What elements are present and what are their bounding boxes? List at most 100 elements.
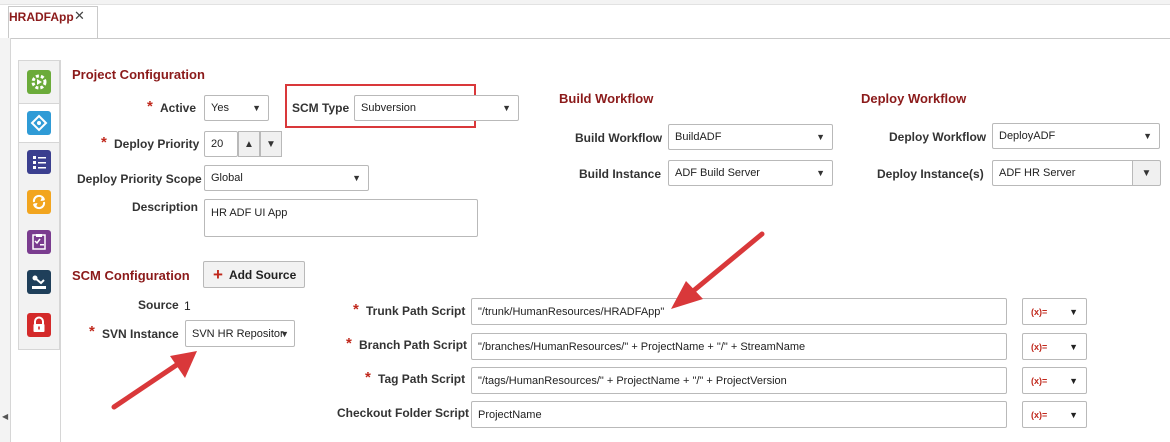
required-marker: * <box>147 98 153 115</box>
toolbar-button-checklist[interactable] <box>19 223 59 261</box>
deploy-instances-dropdown-button[interactable]: ▼ <box>1132 160 1161 186</box>
checkout-folder-script-input[interactable]: ProjectName <box>471 401 1007 428</box>
checkout-folder-script-label: Checkout Folder Script <box>337 406 470 420</box>
add-source-button[interactable]: + Add Source <box>203 261 305 288</box>
deploy-instances-label: Deploy Instance(s) <box>877 167 984 181</box>
decrement-button[interactable]: ▼ <box>260 131 282 157</box>
robot-arm-icon <box>27 270 51 294</box>
required-marker: * <box>346 335 352 352</box>
svn-instance-label: SVN Instance <box>102 327 179 341</box>
tab-bar <box>0 0 1170 39</box>
required-marker: * <box>353 301 359 318</box>
branch-path-script-label: Branch Path Script <box>359 338 468 352</box>
build-instance-value: ADF Build Server <box>675 167 760 179</box>
deploy-workflow-select[interactable]: DeployADF ▼ <box>992 123 1160 149</box>
deploy-workflow-label: Deploy Workflow <box>889 130 987 144</box>
chevron-up-icon: ▲ <box>244 138 254 150</box>
active-label: Active <box>160 101 197 115</box>
deploy-priority-label: Deploy Priority <box>114 137 200 151</box>
description-textarea[interactable]: HR ADF UI App <box>204 199 478 237</box>
toolbar-button-list[interactable] <box>19 143 59 181</box>
branch-expression-button[interactable]: (x)= ▼ <box>1022 333 1087 360</box>
active-value: Yes <box>211 102 229 114</box>
svn-instance-select[interactable]: SVN HR Repositor ▼ <box>185 320 295 347</box>
build-instance-select[interactable]: ADF Build Server ▼ <box>668 160 833 186</box>
trunk-path-script-value: "/trunk/HumanResources/HRADFApp" <box>478 305 665 318</box>
deploy-priority-scope-label: Deploy Priority Scope <box>77 172 202 186</box>
expression-icon: (x)= <box>1031 341 1048 352</box>
list-icon <box>27 150 51 174</box>
build-instance-label: Build Instance <box>579 167 662 181</box>
deploy-instances-value: ADF HR Server <box>999 167 1076 179</box>
tag-path-script-input[interactable]: "/tags/HumanResources/" + ProjectName + … <box>471 367 1007 394</box>
dropdown-arrow-icon: ▼ <box>1069 375 1078 386</box>
increment-button[interactable]: ▲ <box>238 131 260 157</box>
toolbar-button-workflow[interactable] <box>19 103 59 143</box>
chevron-down-icon: ▼ <box>266 138 276 150</box>
build-workflow-select[interactable]: BuildADF ▼ <box>668 124 833 150</box>
dropdown-arrow-icon: ▼ <box>280 328 289 339</box>
project-configuration-heading: Project Configuration <box>72 67 205 82</box>
toolbar-button-refresh[interactable] <box>19 183 59 221</box>
dropdown-arrow-icon: ▼ <box>1069 306 1078 317</box>
required-marker: * <box>89 323 95 340</box>
dropdown-arrow-icon: ▼ <box>1143 131 1152 141</box>
dropdown-arrow-icon: ▼ <box>502 103 511 113</box>
branch-path-script-input[interactable]: "/branches/HumanResources/" + ProjectNam… <box>471 333 1007 360</box>
deploy-workflow-value: DeployADF <box>999 130 1056 142</box>
scm-configuration-heading: SCM Configuration <box>72 268 190 283</box>
annotation-arrow-svn <box>111 351 197 410</box>
scm-type-value: Subversion <box>361 102 417 114</box>
deploy-workflow-heading: Deploy Workflow <box>861 91 967 106</box>
deploy-priority-input[interactable]: 20 <box>204 131 238 157</box>
svn-instance-value: SVN HR Repositor <box>192 327 284 340</box>
tab-bar-top-line <box>0 0 1170 5</box>
checkout-expression-button[interactable]: (x)= ▼ <box>1022 401 1087 428</box>
dropdown-arrow-icon: ▼ <box>1069 341 1078 352</box>
expression-icon: (x)= <box>1031 306 1048 317</box>
deploy-priority-value: 20 <box>211 138 224 150</box>
main-panel-border <box>60 60 61 442</box>
tag-expression-button[interactable]: (x)= ▼ <box>1022 367 1087 394</box>
build-workflow-value: BuildADF <box>675 131 722 143</box>
source-label: Source <box>138 298 179 312</box>
deploy-instances-select[interactable]: ADF HR Server <box>992 160 1132 186</box>
expression-icon: (x)= <box>1031 375 1048 386</box>
trunk-path-script-input[interactable]: "/trunk/HumanResources/HRADFApp" <box>471 298 1007 325</box>
branch-path-script-value: "/branches/HumanResources/" + ProjectNam… <box>478 340 806 353</box>
build-workflow-heading: Build Workflow <box>559 91 654 106</box>
add-source-label: Add Source <box>228 267 297 282</box>
refresh-icon <box>27 190 51 214</box>
close-icon[interactable]: ✕ <box>74 8 85 24</box>
dropdown-arrow-icon: ▼ <box>1069 409 1078 420</box>
build-workflow-label: Build Workflow <box>575 131 663 145</box>
dropdown-arrow-icon: ▼ <box>352 173 361 183</box>
toolbar-button-gear[interactable] <box>19 63 59 101</box>
dropdown-arrow-icon: ▼ <box>816 132 825 142</box>
side-toolbar <box>18 60 60 350</box>
deploy-priority-scope-value: Global <box>211 172 243 184</box>
dropdown-arrow-icon: ▼ <box>816 168 825 178</box>
scm-type-select[interactable]: Subversion ▼ <box>354 95 519 121</box>
tab-label: HRADFApp <box>9 10 74 24</box>
scm-type-label: SCM Type <box>292 101 350 115</box>
toolbar-button-robot[interactable] <box>19 263 59 301</box>
gear-play-icon <box>27 70 51 94</box>
description-value: HR ADF UI App <box>211 207 288 219</box>
trunk-path-script-label: Trunk Path Script <box>366 304 466 318</box>
expression-icon: (x)= <box>1031 409 1048 420</box>
required-marker: * <box>365 369 371 386</box>
trunk-expression-button[interactable]: (x)= ▼ <box>1022 298 1087 325</box>
active-select[interactable]: Yes ▼ <box>204 95 269 121</box>
checklist-icon <box>27 230 51 254</box>
toolbar-button-lock[interactable] <box>19 306 59 344</box>
collapse-arrow-icon[interactable]: ◀ <box>2 412 8 421</box>
left-collapse-strip <box>0 38 11 442</box>
deploy-priority-scope-select[interactable]: Global ▼ <box>204 165 369 191</box>
dropdown-arrow-icon: ▼ <box>252 103 261 113</box>
workflow-icon <box>27 111 51 135</box>
lock-icon <box>27 313 51 337</box>
tag-path-script-label: Tag Path Script <box>378 372 466 386</box>
chevron-down-icon: ▼ <box>1141 167 1152 179</box>
checkout-folder-script-value: ProjectName <box>478 408 542 421</box>
